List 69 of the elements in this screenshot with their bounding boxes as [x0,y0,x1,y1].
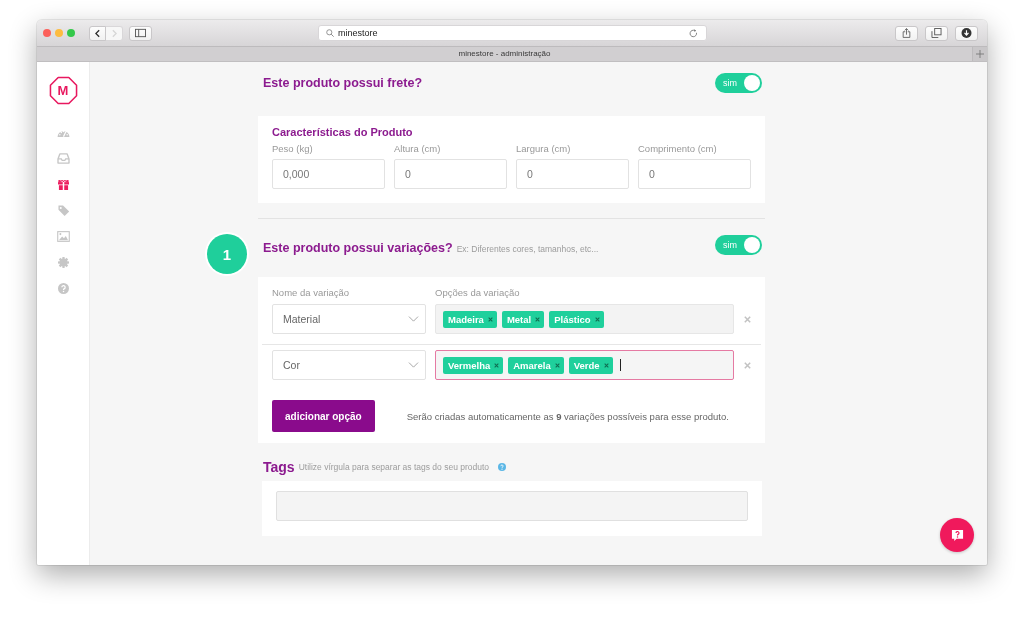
chevron-down-icon [408,362,419,368]
option-text: Vermelha [448,359,491,371]
column-label: Nome da variação [272,287,351,299]
section-question: Este produto possui frete? [263,76,423,90]
column-label: Opções da variação [435,287,521,299]
field-label: Largura (cm) [516,143,572,155]
image-icon[interactable] [56,230,70,242]
tags-field[interactable] [276,491,748,521]
option-text: Metal [506,313,532,325]
close-icon[interactable] [743,315,751,323]
help-icon[interactable] [56,282,70,294]
section-question: Este produto possui variações? [263,241,453,255]
search-icon [326,29,334,37]
settings-icon[interactable] [56,256,70,268]
download-icon [961,28,972,38]
back-button[interactable] [89,25,106,41]
sidebar-button[interactable] [129,25,152,41]
reload-icon [689,28,698,38]
plus-icon [976,50,984,58]
option-text: Verde [573,359,600,371]
gift-icon[interactable] [56,178,70,190]
share-icon [901,28,912,38]
input-field[interactable]: 0,000 [272,159,385,189]
sidebar-icon [135,28,146,38]
add-option-button[interactable]: adicionar opção [272,400,375,432]
tabs-button[interactable] [925,25,948,41]
input-field[interactable]: 0 [394,159,507,189]
tag-icon[interactable] [56,204,70,216]
tabs-icon [931,28,942,38]
chevron-right-icon [111,28,117,38]
field-label: Comprimento (cm) [638,143,718,155]
close-icon[interactable] [603,362,609,368]
hint-text: Ex: Diferentes cores, tamanhos, etc... [456,244,599,254]
hint-text: Utilize vírgula para separar as tags do seu produto [298,462,490,472]
window-close-button[interactable] [43,29,51,37]
chat-help-icon [950,528,964,542]
new-tab-button[interactable] [972,47,987,61]
chevron-left-icon [95,28,100,38]
input-field[interactable]: 0 [638,159,751,189]
tab-title[interactable]: minestore - administração [37,47,972,61]
close-icon[interactable] [594,316,600,322]
option-text: Amarela [513,359,551,371]
downloads-button[interactable] [955,25,978,41]
chevron-down-icon [408,316,419,322]
tray-icon[interactable] [56,152,70,164]
variations-summary: Serão criadas automaticamente as 9 variações possíveis para esse produto. [406,410,729,422]
section-title: Tags [263,459,295,475]
window-zoom-button[interactable] [67,29,75,37]
select-field[interactable]: Cor [272,350,426,380]
step-number: 1 [207,234,247,274]
close-icon[interactable] [487,316,493,322]
select-field[interactable]: Material [272,304,426,334]
field-label: Altura (cm) [394,143,442,155]
option-text: Plástico [554,313,591,325]
help-chat-button[interactable] [940,518,974,552]
close-icon[interactable] [743,361,751,369]
help-icon[interactable] [498,463,507,471]
input-field[interactable]: 0 [516,159,629,189]
close-icon[interactable] [494,362,500,368]
address-field[interactable]: minestore [318,25,707,41]
window-minimize-button[interactable] [55,29,63,37]
logo[interactable]: M [48,76,78,105]
card-title: Características do Produto [272,125,414,139]
field-label: Peso (kg) [272,143,314,155]
text-cursor [619,359,621,371]
close-icon[interactable] [554,362,560,368]
share-button[interactable] [895,25,918,41]
close-icon[interactable] [535,316,541,322]
option-text: Madeira [448,313,484,325]
